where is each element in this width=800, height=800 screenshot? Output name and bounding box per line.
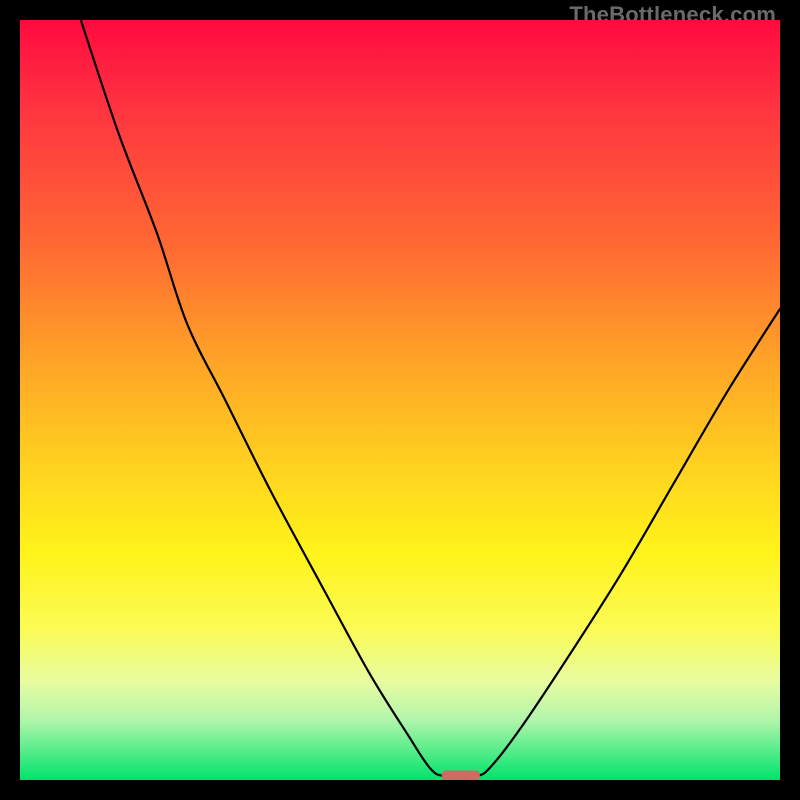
chart-svg [20, 20, 780, 780]
bottleneck-curve [81, 20, 780, 777]
minimum-marker [442, 771, 480, 781]
plot-area [20, 20, 780, 780]
chart-frame: TheBottleneck.com [0, 0, 800, 800]
